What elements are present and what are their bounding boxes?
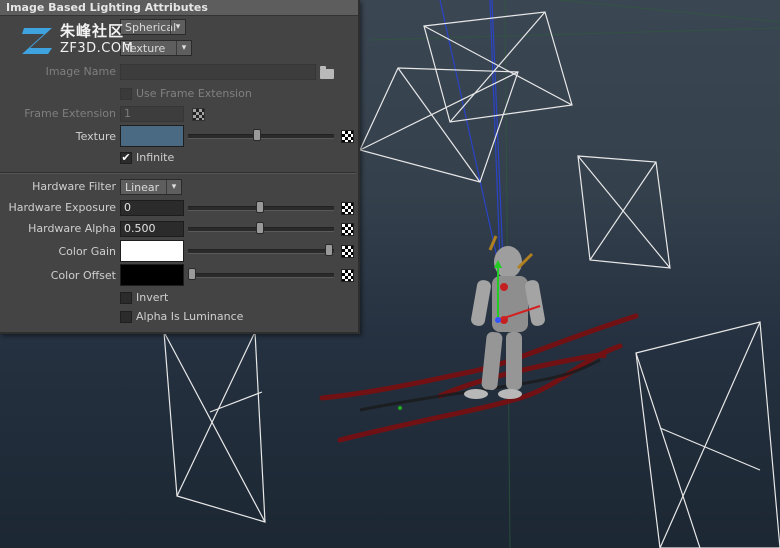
hardware-filter-dropdown[interactable]: Linear ▾ — [120, 179, 182, 195]
hardware-exposure-label: Hardware Exposure — [8, 201, 116, 214]
section-divider — [0, 172, 356, 174]
hardware-alpha-field[interactable]: 0.500 — [120, 221, 184, 237]
infinite-checkbox[interactable]: ✔ — [120, 152, 132, 164]
map-button-icon[interactable] — [341, 245, 354, 258]
map-button-icon[interactable] — [341, 223, 354, 236]
map-button-icon[interactable] — [192, 108, 205, 121]
texture-slider-track[interactable] — [188, 134, 334, 139]
color-offset-swatch[interactable] — [120, 264, 184, 286]
color-gain-label: Color Gain — [58, 245, 116, 258]
frame-extension-field[interactable]: 1 — [120, 106, 184, 122]
color-gain-swatch[interactable] — [120, 240, 184, 262]
panel-title: Image Based Lighting Attributes — [6, 1, 208, 14]
watermark-logo-icon — [22, 28, 52, 54]
watermark: 朱峰社区 ZF3D.COM — [20, 22, 150, 62]
color-offset-label: Color Offset — [50, 269, 116, 282]
watermark-english-text: ZF3D.COM — [60, 41, 134, 56]
alpha-is-luminance-label: Alpha Is Luminance — [136, 310, 244, 323]
chevron-down-icon: ▾ — [176, 41, 191, 55]
map-button-icon[interactable] — [341, 269, 354, 282]
color-offset-slider-thumb[interactable] — [188, 268, 196, 280]
use-frame-extension-checkbox[interactable] — [120, 88, 132, 100]
alpha-is-luminance-checkbox[interactable] — [120, 311, 132, 323]
hardware-exposure-field[interactable]: 0 — [120, 200, 184, 216]
chevron-down-icon: ▾ — [170, 20, 185, 34]
color-offset-slider-track[interactable] — [188, 273, 334, 278]
frame-extension-label: Frame Extension — [24, 107, 116, 120]
hardware-filter-value: Linear — [125, 181, 160, 194]
infinite-label: Infinite — [136, 151, 175, 164]
texture-label: Texture — [75, 130, 116, 143]
map-button-icon[interactable] — [341, 130, 354, 143]
chevron-down-icon: ▾ — [166, 180, 181, 194]
hardware-filter-label: Hardware Filter — [32, 180, 116, 193]
map-button-icon[interactable] — [341, 202, 354, 215]
invert-checkbox[interactable] — [120, 292, 132, 304]
image-name-field[interactable] — [120, 64, 316, 80]
hardware-alpha-slider-thumb[interactable] — [256, 222, 264, 234]
invert-label: Invert — [136, 291, 169, 304]
hardware-exposure-slider-thumb[interactable] — [256, 201, 264, 213]
texture-color-swatch[interactable] — [120, 125, 184, 147]
texture-slider-thumb[interactable] — [253, 129, 261, 141]
folder-icon[interactable] — [320, 66, 334, 79]
panel-header[interactable]: Image Based Lighting Attributes — [0, 0, 358, 16]
image-name-label: Image Name — [45, 65, 116, 78]
color-gain-slider-thumb[interactable] — [325, 244, 333, 256]
watermark-chinese-text: 朱峰社区 — [60, 22, 125, 40]
use-frame-extension-label: Use Frame Extension — [136, 87, 252, 100]
hardware-alpha-label: Hardware Alpha — [28, 222, 116, 235]
color-gain-slider-track[interactable] — [188, 249, 334, 254]
